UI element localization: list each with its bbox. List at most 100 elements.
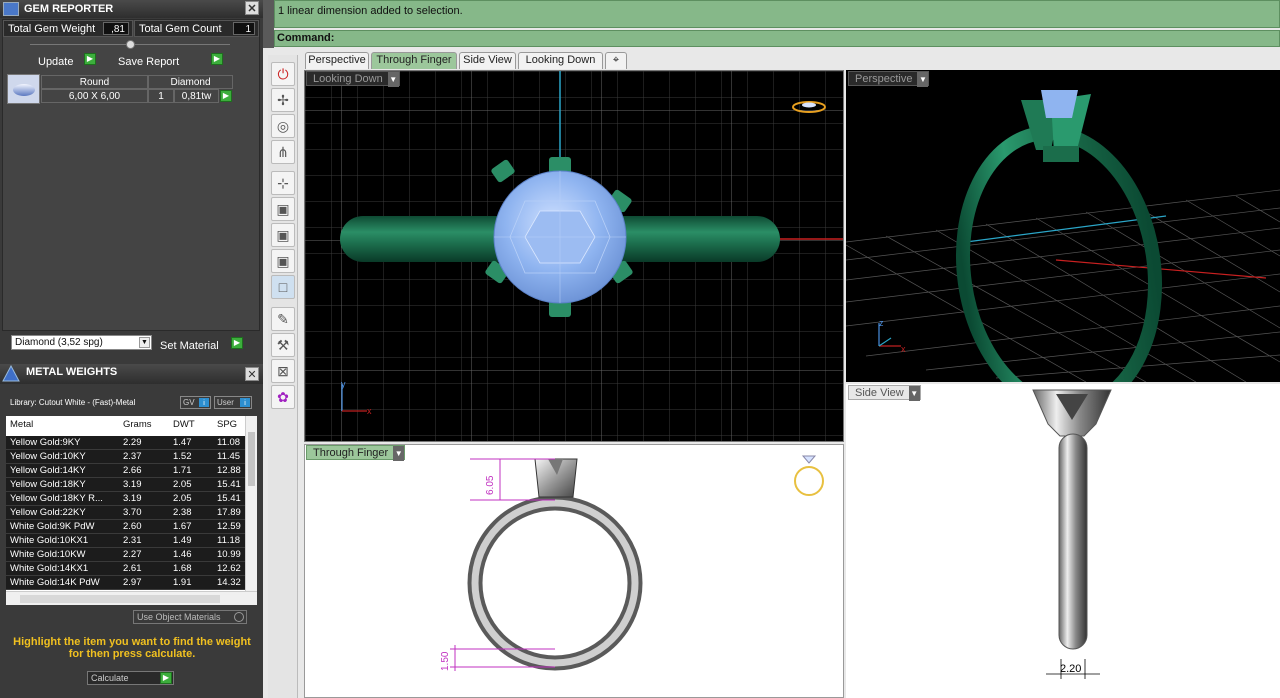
metal-table-cell: 2.29 [123, 437, 142, 448]
through-finger-scene: 6.05 1.50 [440, 455, 824, 671]
metal-weights-header: METAL WEIGHTS ✕ [0, 364, 263, 384]
dimension-band: 1.50 [440, 651, 451, 671]
total-gem-count-row: Total Gem Count 1 [134, 20, 259, 37]
update-button[interactable]: Update ▶ [38, 52, 98, 68]
metal-table-row[interactable]: Yellow Gold:18KY R... 3.19 2.05 15.41 [6, 492, 246, 506]
metal-table-cell: Yellow Gold:18KY R... [10, 493, 103, 504]
metal-table-header-cell[interactable]: Grams [123, 418, 152, 432]
metal-table-row[interactable]: White Gold:10KW 2.27 1.46 10.99 [6, 548, 246, 562]
tab-looking-down[interactable]: Looking Down [518, 52, 603, 69]
metal-table-cell: 2.05 [173, 493, 192, 504]
left-panel: GEM REPORTER ✕ Total Gem Weight ,81 Tota… [0, 0, 263, 698]
vertical-scrollbar[interactable] [245, 416, 257, 591]
metal-table-row[interactable]: Yellow Gold:22KY 3.70 2.38 17.89 [6, 506, 246, 520]
cube-outline-icon[interactable]: □ [271, 275, 295, 299]
metal-table-cell: 2.38 [173, 507, 192, 518]
metal-table-cell: 10.99 [217, 549, 241, 560]
tools-icon[interactable]: ⚒ [271, 333, 295, 357]
metal-table-cell: 11.45 [217, 451, 241, 462]
frame-icon[interactable]: ⊠ [271, 359, 295, 383]
viewport-label-perspective[interactable]: Perspective ▼ [848, 71, 930, 87]
metal-table-cell: White Gold:9K PdW [10, 521, 95, 532]
viewport-label-looking-down[interactable]: Looking Down ▼ [306, 71, 400, 87]
metal-table[interactable]: Metal Grams DWT SPG Yellow Gold:9KY 2.29 1.47… [6, 416, 257, 605]
command-prompt[interactable]: Command: [274, 30, 1280, 47]
metal-table-cell: 11.08 [217, 437, 241, 448]
viewport-through-finger[interactable]: 6.05 1.50 [304, 444, 844, 698]
gem-reporter-icon [3, 2, 19, 16]
user-toggle[interactable]: User i [214, 396, 252, 409]
set-material-button[interactable]: Set Material ▶ [160, 336, 250, 352]
metal-table-cell: 14.32 [217, 577, 241, 588]
tab-through-finger[interactable]: Through Finger [371, 52, 457, 69]
info-icon: i [199, 398, 209, 407]
metal-table-header-cell[interactable]: DWT [173, 418, 195, 432]
viewport-label-through-finger[interactable]: Through Finger ▼ [306, 445, 406, 461]
brush-icon[interactable]: ✎ [271, 307, 295, 331]
metal-table-row[interactable]: Yellow Gold:9KY 2.29 1.47 11.08 [6, 436, 246, 450]
save-report-button[interactable]: Save Report ▶ [118, 52, 228, 68]
use-object-materials-checkbox[interactable]: Use Object Materials [133, 610, 247, 624]
metal-table-cell: White Gold:10KX1 [10, 535, 89, 546]
cube-icon[interactable]: ▣ [271, 197, 295, 221]
add-tab-icon[interactable]: ⌖ [605, 52, 627, 69]
gem-weight: 0,81tw [174, 89, 219, 103]
material-select[interactable]: Diamond (3,52 spg) ▼ [11, 335, 152, 350]
gv-toggle[interactable]: GV i [180, 396, 211, 409]
viewport-side-view[interactable]: 2.20 [846, 384, 1280, 698]
metal-table-row[interactable]: Yellow Gold:10KY 2.37 1.52 11.45 [6, 450, 246, 464]
dimension-height: 6.05 [485, 475, 496, 495]
metal-weights-title: METAL WEIGHTS [26, 366, 118, 378]
gem-slider-handle[interactable] [126, 40, 135, 49]
axis-icon[interactable]: ✢ [271, 88, 295, 112]
total-gem-count-value: 1 [233, 22, 255, 35]
gem-reporter-header: GEM REPORTER ✕ [0, 0, 263, 18]
save-report-label: Save Report [118, 56, 180, 68]
metal-table-cell: Yellow Gold:14KY [10, 465, 86, 476]
gem-reporter-title: GEM REPORTER ✕ [0, 0, 263, 18]
viewport-looking-down[interactable]: y x [304, 70, 844, 442]
tab-perspective[interactable]: Perspective [305, 52, 369, 69]
globe-icon[interactable]: ◎ [271, 114, 295, 138]
metal-table-cell: 3.19 [123, 479, 142, 490]
play-icon: ▶ [84, 53, 96, 65]
metal-table-row[interactable]: White Gold:14K PdW 2.97 1.91 14.32 [6, 576, 246, 590]
calculate-button[interactable]: Calculate ▶ [87, 671, 174, 685]
material-select-value: Diamond (3,52 spg) [15, 337, 103, 348]
viewport-label-side-view[interactable]: Side View ▼ [848, 385, 921, 401]
command-history: 1 linear dimension added to selection. [274, 0, 1280, 28]
pyramid-icon [2, 364, 20, 383]
cube-icon[interactable]: ▣ [271, 223, 295, 247]
metal-table-row[interactable]: Yellow Gold:18KY 3.19 2.05 15.41 [6, 478, 246, 492]
gem-row-play-icon[interactable]: ▶ [220, 90, 232, 102]
total-gem-weight-value: ,81 [103, 22, 129, 35]
nodes-icon[interactable]: ⋔ [271, 140, 295, 164]
use-object-materials-label: Use Object Materials [137, 612, 221, 622]
metal-table-row[interactable]: Yellow Gold:14KY 2.66 1.71 12.88 [6, 464, 246, 478]
metal-table-header-cell[interactable]: Metal [10, 418, 33, 432]
splitter [263, 0, 274, 48]
viewport-perspective[interactable]: z x [846, 70, 1280, 382]
chevron-down-icon: ▼ [387, 72, 399, 87]
gem-thumbnail[interactable] [7, 74, 40, 104]
tab-side-view[interactable]: Side View [459, 52, 516, 69]
horizontal-scrollbar[interactable] [6, 591, 257, 605]
metal-table-cell: Yellow Gold:9KY [10, 437, 81, 448]
metal-table-cell: 1.46 [173, 549, 192, 560]
close-icon[interactable]: ✕ [245, 367, 259, 381]
metal-table-cell: 1.49 [173, 535, 192, 546]
metal-table-cell: 17.89 [217, 507, 241, 518]
cube-icon[interactable]: ▣ [271, 249, 295, 273]
metal-table-cell: 1.68 [173, 563, 192, 574]
viewport-label-text: Side View [855, 387, 904, 399]
close-icon[interactable]: ✕ [245, 1, 259, 15]
power-icon[interactable]: ⏻ [271, 62, 295, 86]
metal-table-row[interactable]: White Gold:14KX1 2.61 1.68 12.62 [6, 562, 246, 576]
metal-table-row[interactable]: White Gold:9K PdW 2.60 1.67 12.59 [6, 520, 246, 534]
metal-table-cell: 2.66 [123, 465, 142, 476]
command-bar: 1 linear dimension added to selection. C… [263, 0, 1280, 48]
gumball-icon[interactable]: ⊹ [271, 171, 295, 195]
gear-icon[interactable]: ✿ [271, 385, 295, 409]
metal-table-header-cell[interactable]: SPG [217, 418, 237, 432]
metal-table-row[interactable]: White Gold:10KX1 2.31 1.49 11.18 [6, 534, 246, 548]
